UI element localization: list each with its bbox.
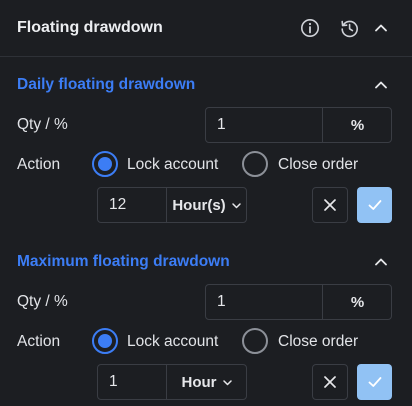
panel-header: Floating drawdown (0, 0, 412, 57)
maximum-lock-account-label[interactable]: Lock account (127, 333, 218, 351)
info-icon[interactable] (299, 17, 321, 39)
chevron-down-icon (222, 379, 232, 385)
maximum-qty-label: Qty / % (17, 293, 68, 310)
daily-duration-input[interactable] (98, 188, 166, 222)
daily-duration-unit-select[interactable]: Hour(s) (166, 188, 247, 222)
maximum-lock-account-radio[interactable] (92, 328, 118, 354)
daily-qty-input[interactable] (206, 108, 323, 142)
daily-qty-label: Qty / % (17, 116, 68, 133)
maximum-qty-unit: % (322, 285, 392, 319)
check-icon (368, 200, 381, 210)
daily-qty-unit: % (322, 108, 392, 142)
daily-close-order-radio[interactable] (242, 151, 268, 177)
maximum-section-title: Maximum floating drawdown (17, 253, 230, 270)
daily-lock-account-label[interactable]: Lock account (127, 156, 218, 174)
daily-duration-unit-label: Hour(s) (172, 196, 226, 214)
history-icon[interactable] (338, 17, 360, 39)
maximum-cancel-button[interactable] (312, 364, 348, 400)
collapse-panel-chevron-up-icon[interactable] (370, 17, 392, 39)
close-icon (324, 376, 336, 388)
daily-action-label: Action (17, 156, 61, 173)
maximum-duration-unit-select[interactable]: Hour (166, 365, 247, 399)
maximum-section-chevron-up-icon[interactable] (372, 253, 390, 271)
daily-confirm-button[interactable] (357, 187, 392, 223)
maximum-qty-input[interactable] (206, 285, 323, 319)
daily-close-order-label[interactable]: Close order (278, 156, 358, 174)
maximum-confirm-button[interactable] (357, 364, 392, 400)
maximum-close-order-radio[interactable] (242, 328, 268, 354)
maximum-duration-unit-label: Hour (181, 373, 217, 391)
maximum-qty-field: % (205, 284, 392, 320)
daily-duration-field: Hour(s) (97, 187, 247, 223)
check-icon (368, 377, 381, 387)
daily-section-title: Daily floating drawdown (17, 76, 196, 93)
maximum-duration-field: Hour (97, 364, 247, 400)
close-icon (324, 199, 336, 211)
maximum-duration-input[interactable] (98, 365, 166, 399)
maximum-action-label: Action (17, 333, 61, 350)
daily-cancel-button[interactable] (312, 187, 348, 223)
daily-qty-field: % (205, 107, 392, 143)
chevron-down-icon (231, 202, 241, 208)
daily-section-chevron-up-icon[interactable] (372, 76, 390, 94)
daily-lock-account-radio[interactable] (92, 151, 118, 177)
maximum-close-order-label[interactable]: Close order (278, 333, 358, 351)
panel-title: Floating drawdown (17, 19, 163, 36)
